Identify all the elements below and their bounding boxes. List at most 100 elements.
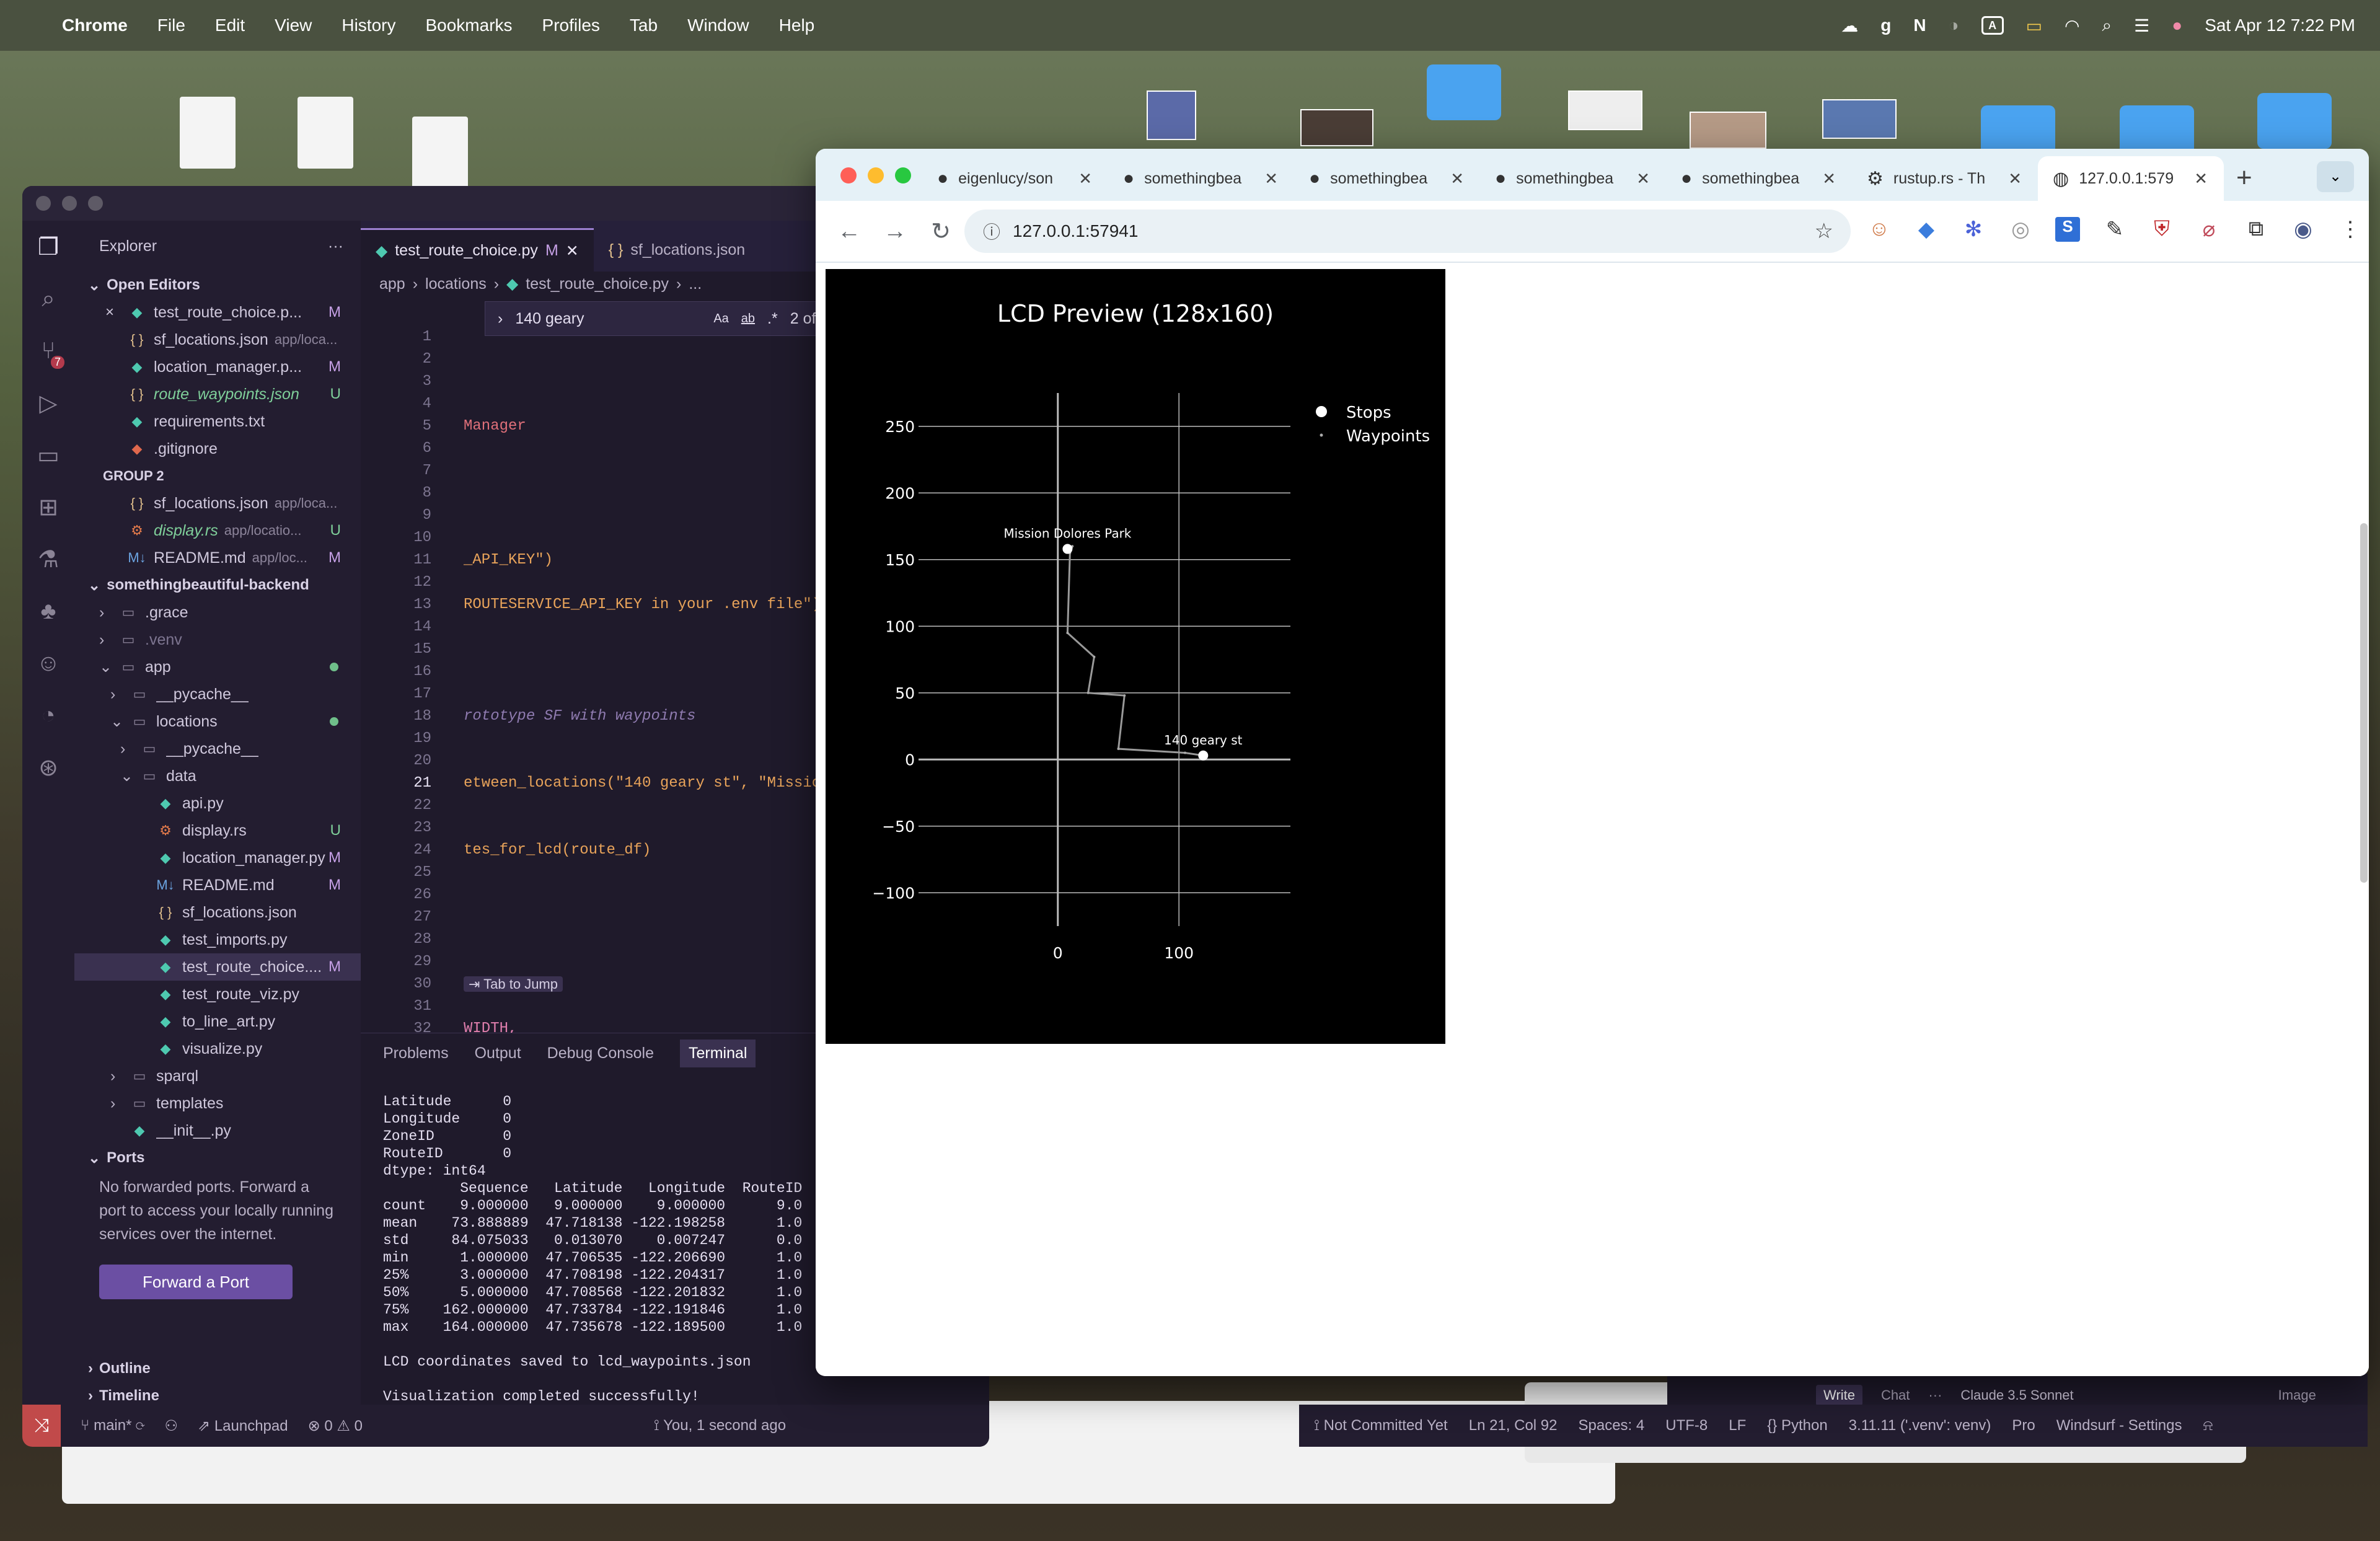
menu-item-tab[interactable]: Tab xyxy=(630,15,658,35)
docker-icon[interactable]: ⊛ xyxy=(22,741,74,793)
back-icon[interactable]: ← xyxy=(837,218,862,245)
notifications-icon[interactable]: ⍾ xyxy=(2203,1417,2213,1434)
minimize-window-button[interactable] xyxy=(868,167,884,183)
code-line[interactable] xyxy=(464,460,830,482)
cloud-icon[interactable]: ☁ xyxy=(1841,15,1858,36)
input-source-icon[interactable]: A xyxy=(1981,16,2004,35)
file-item[interactable]: ◆ visualize.py xyxy=(74,1035,361,1062)
gitlens-icon[interactable]: ◔ xyxy=(22,689,74,741)
code-line[interactable]: ⇥ Tab to Jump xyxy=(464,973,830,996)
scrollbar[interactable] xyxy=(2360,523,2368,883)
chevron-icon[interactable]: ⌄ xyxy=(99,658,118,676)
encoding[interactable]: UTF-8 xyxy=(1665,1417,1708,1434)
file-item[interactable]: × ◆ test_route_choice.p... M xyxy=(74,299,361,326)
project-header[interactable]: ⌄ somethingbeautiful-backend xyxy=(74,572,361,599)
outline-header[interactable]: › Outline xyxy=(74,1355,361,1382)
desktop-image-icon[interactable] xyxy=(1568,91,1642,130)
code-line[interactable] xyxy=(464,661,830,683)
branch-indicator[interactable]: ⑂ main* ⟳ xyxy=(81,1417,145,1434)
code-line[interactable] xyxy=(464,438,830,460)
blue-drop-extension-icon[interactable]: ◆ xyxy=(1914,217,1939,242)
minimize-window-button[interactable] xyxy=(62,196,77,211)
find-input[interactable]: 140 geary xyxy=(515,310,701,328)
chevron-right-icon[interactable]: › xyxy=(498,310,503,328)
blame-indicator[interactable]: ⟟ You, 1 second ago xyxy=(654,1417,786,1434)
file-item[interactable]: ◆ .gitignore xyxy=(74,435,361,462)
profile-avatar[interactable]: ◉ xyxy=(2291,217,2316,242)
menu-app-name[interactable]: Chrome xyxy=(62,15,128,35)
commit-status[interactable]: ⟟ Not Committed Yet xyxy=(1314,1417,1448,1434)
bookmark-star-icon[interactable]: ☆ xyxy=(1815,219,1833,244)
desktop-folder-icon[interactable] xyxy=(2257,93,2332,149)
code-line[interactable] xyxy=(464,817,830,839)
extensions-icon[interactable]: ⊞ xyxy=(22,481,74,533)
code-line[interactable] xyxy=(464,638,830,661)
code-line[interactable] xyxy=(464,795,830,817)
url-text[interactable]: 127.0.0.1:57941 xyxy=(1013,221,1138,241)
shield-extension-icon[interactable]: ⛨ xyxy=(2149,217,2174,242)
close-window-button[interactable] xyxy=(36,196,51,211)
file-item[interactable]: ◆ test_route_viz.py xyxy=(74,981,361,1008)
code-line[interactable]: ROUTESERVICE_API_KEY in your .env file") xyxy=(464,594,830,616)
windsurf-settings[interactable]: Windsurf - Settings xyxy=(2056,1417,2182,1434)
tree-icon[interactable]: ♣ xyxy=(22,585,74,637)
cursor-position[interactable]: Ln 21, Col 92 xyxy=(1469,1417,1558,1434)
datetime[interactable]: Sat Apr 12 7:22 PM xyxy=(2205,15,2355,35)
menu-item-profiles[interactable]: Profiles xyxy=(542,15,600,35)
code-line[interactable]: tes_for_lcd(route_df) xyxy=(464,839,830,862)
open-editors-header[interactable]: ⌄ Open Editors xyxy=(74,272,361,299)
code-line[interactable] xyxy=(464,951,830,973)
file-item[interactable]: { } sf_locations.json app/loca... xyxy=(74,326,361,353)
folder-item[interactable]: › ▭ .grace xyxy=(74,599,361,626)
folder-item[interactable]: › ▭ __pycache__ xyxy=(74,681,361,708)
code-line[interactable]: etween_locations("140 geary st", "Missio… xyxy=(464,772,830,795)
run-debug-icon[interactable]: ▷ xyxy=(22,377,74,429)
desktop-image-icon[interactable] xyxy=(1690,112,1766,149)
battery-icon[interactable]: ▭ xyxy=(2026,15,2042,36)
problems-indicator[interactable]: ⊗ 0 ⚠ 0 xyxy=(308,1417,363,1435)
file-item[interactable]: ◆ api.py xyxy=(74,790,361,817)
remote-explorer-icon[interactable]: ▭ xyxy=(22,429,74,481)
sync-icon[interactable]: ⚇ xyxy=(165,1417,178,1435)
desktop-file-icon[interactable] xyxy=(412,117,468,188)
explorer-icon[interactable]: ❐ xyxy=(22,221,74,273)
new-tab-button[interactable]: + xyxy=(2236,162,2252,193)
indentation[interactable]: Spaces: 4 xyxy=(1579,1417,1645,1434)
folder-item[interactable]: ⌄ ▭ app xyxy=(74,653,361,681)
code-line[interactable] xyxy=(464,482,830,505)
siri-icon[interactable]: ● xyxy=(2172,15,2182,35)
chevron-icon[interactable]: › xyxy=(99,604,118,622)
testing-icon[interactable]: ⚗ xyxy=(22,533,74,585)
folder-item[interactable]: › ▭ .venv xyxy=(74,626,361,653)
file-item[interactable]: ◆ test_imports.py xyxy=(74,926,361,953)
code-line[interactable] xyxy=(464,750,830,772)
desktop-image-icon[interactable] xyxy=(1822,99,1897,139)
site-info-icon[interactable]: ⓘ xyxy=(983,219,1000,244)
close-tab-icon[interactable]: ✕ xyxy=(1636,169,1650,188)
chevron-icon[interactable]: ⌄ xyxy=(110,712,129,731)
browser-tab[interactable]: ● somethingbea ✕ xyxy=(1666,156,1852,201)
desktop-file-icon[interactable] xyxy=(298,97,353,169)
file-item[interactable]: ◆ test_route_choice.... M xyxy=(74,953,361,981)
breadcrumb-item[interactable]: test_route_choice.py xyxy=(526,275,669,293)
close-icon[interactable]: ✕ xyxy=(566,242,579,260)
code-line[interactable] xyxy=(464,683,830,705)
python-interpreter[interactable]: 3.11.11 ('.venv': venv) xyxy=(1849,1417,1991,1434)
whole-word-toggle[interactable]: ab xyxy=(741,312,755,326)
end-of-line[interactable]: LF xyxy=(1729,1417,1746,1434)
red-slash-extension-icon[interactable]: ⌀ xyxy=(2197,217,2221,242)
code-line[interactable]: _API_KEY") xyxy=(464,549,830,572)
launchpad-item[interactable]: ⇗ Launchpad xyxy=(198,1417,288,1435)
reload-icon[interactable]: ↻ xyxy=(928,218,953,245)
ports-header[interactable]: ⌄ Ports xyxy=(74,1144,361,1172)
browser-tab[interactable]: ⚙ rustup.rs - Th ✕ xyxy=(1852,156,2038,201)
code-line[interactable] xyxy=(464,616,830,638)
close-tab-icon[interactable]: ✕ xyxy=(1450,169,1464,188)
panel-tab-problems[interactable]: Problems xyxy=(383,1044,449,1062)
code-line[interactable] xyxy=(464,505,830,527)
kebab-menu-icon[interactable]: ⋮ xyxy=(2338,217,2363,242)
more-options-button[interactable]: ··· xyxy=(1928,1387,1942,1403)
close-tab-icon[interactable]: ✕ xyxy=(2008,169,2022,188)
folder-item[interactable]: ⌄ ▭ locations xyxy=(74,708,361,735)
desktop-image-icon[interactable] xyxy=(1300,109,1373,146)
